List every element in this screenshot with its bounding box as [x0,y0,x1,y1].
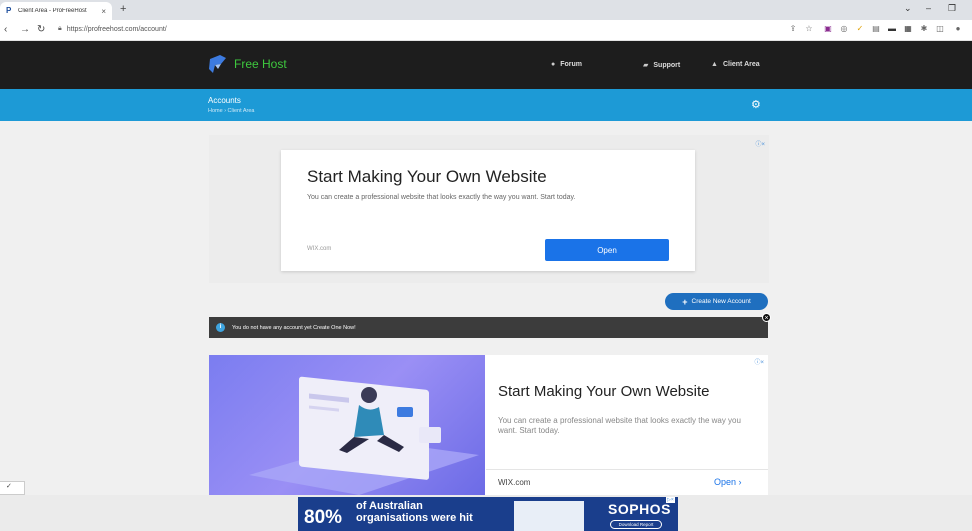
site-header: Free Host ● Forum ▰ Support ▲ Client Are… [0,41,972,89]
chat-icon: ● [551,61,556,68]
ad-source: WIX.com [498,478,531,487]
alert-close-icon[interactable]: × [762,313,771,322]
chevron-down-icon: ✓ [6,483,12,490]
url-field[interactable]: 🔒︎ https://profreehost.com/account/ [58,25,167,33]
no-account-alert: i You do not have any account yet Create… [209,317,768,338]
nav-support[interactable]: ▰ Support [643,61,681,70]
page-title: Accounts [208,96,241,105]
ad-choices-icon[interactable]: ⓘ× [755,139,765,148]
breadcrumb[interactable]: Home › Client Area [208,108,254,114]
sophos-banner-ad[interactable]: 80% of Australian organisations were hit… [298,497,678,531]
ad-banner-middle[interactable]: ⓘ× Start Making Your Own Website You can… [209,355,768,495]
site-logo[interactable]: Free Host [207,53,287,75]
banner-stat: 80% [304,507,343,528]
reload-icon[interactable]: ↻ [37,24,45,35]
bookmark-star-icon[interactable]: ☆ [805,25,813,33]
ad-source: WIX.com [307,246,332,252]
side-panel-icon[interactable]: ◫ [936,25,944,33]
ad-divider [486,469,768,470]
extension-icon[interactable]: ▣ [824,25,832,33]
banner-text: of Australian organisations were hit [356,500,473,524]
extension-icon[interactable]: ▬ [888,25,896,33]
minimize-icon[interactable]: – [926,3,931,13]
tab-close-icon[interactable]: × [101,7,106,16]
logo-text: Free Host [234,57,287,71]
logo-icon [209,55,226,73]
nav-forum[interactable]: ● Forum [551,61,582,68]
extensions-puzzle-icon[interactable]: ✱ [920,25,928,33]
ad-headline: Start Making Your Own Website [307,167,547,186]
report-thumbnail [514,501,584,531]
plus-icon: + [682,296,688,307]
ad-banner-top: ⓘ× Start Making Your Own Website You can… [209,135,769,283]
browser-tab[interactable]: P Client Area - ProFreeHost × [0,2,112,20]
ad-open-button[interactable]: Open [545,239,669,261]
browser-tab-strip: P Client Area - ProFreeHost × + ⌄ – ❐ [0,0,972,20]
nav-client-area[interactable]: ▲ Client Area [711,61,760,68]
extension-icon[interactable]: ✓ [856,25,864,33]
maximize-icon[interactable]: ❐ [948,3,956,14]
info-icon: i [216,323,225,332]
nav-support-label: Support [653,61,681,69]
ad-choices-icon[interactable]: ⓘ× [754,357,764,366]
alert-message: You do not have any account yet Create O… [232,324,356,331]
back-icon[interactable]: ‹ [4,24,7,35]
banner-line-1: of Australian [356,500,423,512]
url-text: https://profreehost.com/account/ [66,25,167,33]
lock-icon: 🔒︎ [58,25,62,32]
ad-choices-icon[interactable]: ▷× [666,497,675,503]
ad-image [209,355,485,495]
extension-icon[interactable]: ▦ [904,25,912,33]
new-tab-button[interactable]: + [120,3,126,15]
ticket-icon: ▰ [643,62,649,69]
address-bar-row: ‹ → ↻ 🔒︎ https://profreehost.com/account… [0,20,972,41]
collapse-panel-tab[interactable]: ✓ [0,481,25,495]
share-icon[interactable]: ⇪ [789,25,797,33]
create-new-account-button[interactable]: + Create New Account [665,293,768,310]
ad-headline: Start Making Your Own Website [498,383,710,400]
ad-body: You can create a professional website th… [307,194,576,201]
user-icon: ▲ [711,61,718,68]
profreehost-favicon-icon: P [6,6,12,15]
tab-search-icon[interactable]: ⌄ [904,3,912,14]
banner-line-2: organisations were hit [356,512,473,524]
download-report-button[interactable]: Download Report [610,520,662,529]
tab-title: Client Area - ProFreeHost [18,8,87,14]
extension-icon[interactable]: ◎ [840,25,848,33]
forward-icon[interactable]: → [20,24,30,35]
nav-forum-label: Forum [560,61,583,68]
page-title-bar: Accounts Home › Client Area ⚙︎ [0,89,972,121]
ad-card[interactable]: Start Making Your Own Website You can cr… [281,150,695,271]
profile-icon[interactable]: ● [954,25,962,33]
ad-body: You can create a professional website th… [498,416,741,435]
create-new-account-label: Create New Account [691,298,751,305]
ad-illustration [249,376,479,495]
nav-client-area-label: Client Area [722,61,760,68]
gear-icon[interactable]: ⚙︎ [751,98,761,111]
extension-icon[interactable]: ▤ [872,25,880,33]
ad-open-link[interactable]: Open › [714,477,742,487]
banner-brand: SOPHOS [608,501,671,517]
